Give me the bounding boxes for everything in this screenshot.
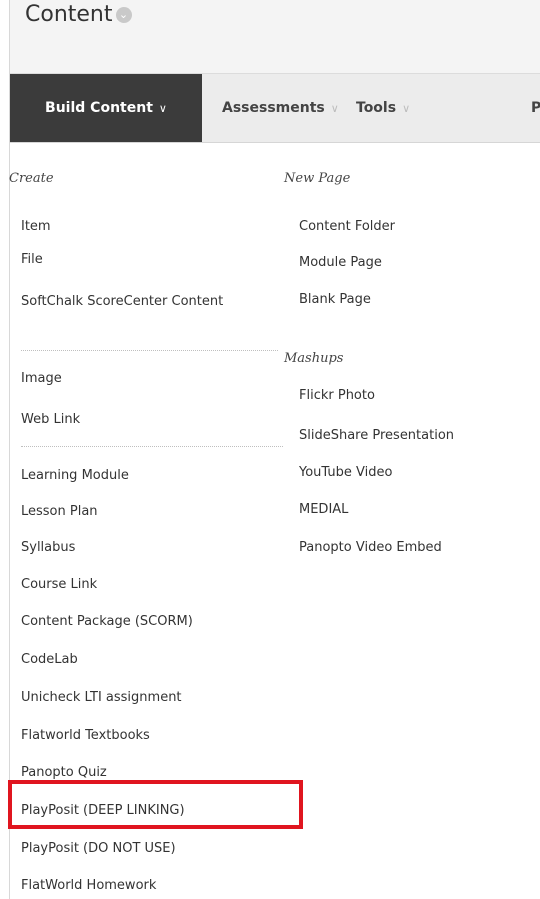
tab-build-content[interactable]: Build Content ∨ bbox=[10, 74, 202, 142]
section-title-create: Create bbox=[9, 171, 54, 186]
tab-assessments[interactable]: Assessments ∨ bbox=[222, 74, 339, 142]
tab-label: P bbox=[531, 100, 540, 116]
chevron-down-icon: ∨ bbox=[330, 102, 339, 115]
section-title-mashups: Mashups bbox=[284, 351, 344, 366]
menu-item-flatworld-textbooks[interactable]: Flatworld Textbooks bbox=[21, 726, 150, 746]
menu-item-content-folder[interactable]: Content Folder bbox=[299, 217, 395, 237]
menu-item-file[interactable]: File bbox=[21, 250, 43, 270]
menu-item-unicheck[interactable]: Unicheck LTI assignment bbox=[21, 688, 182, 708]
menu-item-codelab[interactable]: CodeLab bbox=[21, 650, 78, 670]
menu-item-panopto-video-embed[interactable]: Panopto Video Embed bbox=[299, 538, 442, 558]
menu-item-flickr-photo[interactable]: Flickr Photo bbox=[299, 386, 375, 406]
menu-item-image[interactable]: Image bbox=[21, 369, 62, 389]
menu-item-playposit-do-not-use[interactable]: PlayPosit (DO NOT USE) bbox=[21, 839, 176, 859]
tab-label: Build Content bbox=[45, 100, 153, 116]
page-header: Content ⌄ bbox=[10, 0, 540, 74]
tab-label: Assessments bbox=[222, 100, 325, 116]
divider bbox=[21, 350, 278, 351]
chevron-down-icon: ∨ bbox=[402, 102, 411, 115]
tab-partial[interactable]: P bbox=[531, 74, 540, 142]
menu-item-slideshare[interactable]: SlideShare Presentation bbox=[299, 426, 454, 446]
chevron-down-icon: ∨ bbox=[158, 102, 167, 115]
menu-item-softchalk[interactable]: SoftChalk ScoreCenter Content bbox=[21, 292, 231, 312]
menu-item-syllabus[interactable]: Syllabus bbox=[21, 538, 75, 558]
menu-item-content-package[interactable]: Content Package (SCORM) bbox=[21, 612, 193, 632]
chevron-down-icon[interactable]: ⌄ bbox=[115, 7, 132, 23]
tab-label: Tools bbox=[356, 100, 397, 116]
menu-item-module-page[interactable]: Module Page bbox=[299, 253, 382, 273]
section-title-new-page: New Page bbox=[284, 171, 351, 186]
menu-item-web-link[interactable]: Web Link bbox=[21, 410, 80, 430]
menu-item-item[interactable]: Item bbox=[21, 217, 51, 237]
menu-item-lesson-plan[interactable]: Lesson Plan bbox=[21, 502, 98, 522]
menu-item-youtube-video[interactable]: YouTube Video bbox=[299, 463, 392, 483]
page-title[interactable]: Content ⌄ bbox=[25, 2, 132, 27]
highlight-box bbox=[8, 780, 303, 829]
menu-item-learning-module[interactable]: Learning Module bbox=[21, 466, 129, 486]
action-bar: Build Content ∨ Assessments ∨ Tools ∨ P bbox=[10, 74, 540, 143]
tab-tools[interactable]: Tools ∨ bbox=[356, 74, 410, 142]
menu-item-blank-page[interactable]: Blank Page bbox=[299, 290, 371, 310]
menu-item-course-link[interactable]: Course Link bbox=[21, 575, 97, 595]
page-title-text: Content bbox=[25, 2, 113, 27]
divider bbox=[21, 446, 283, 447]
menu-item-flatworld-homework[interactable]: FlatWorld Homework bbox=[21, 876, 156, 896]
menu-item-medial[interactable]: MEDIAL bbox=[299, 500, 348, 520]
